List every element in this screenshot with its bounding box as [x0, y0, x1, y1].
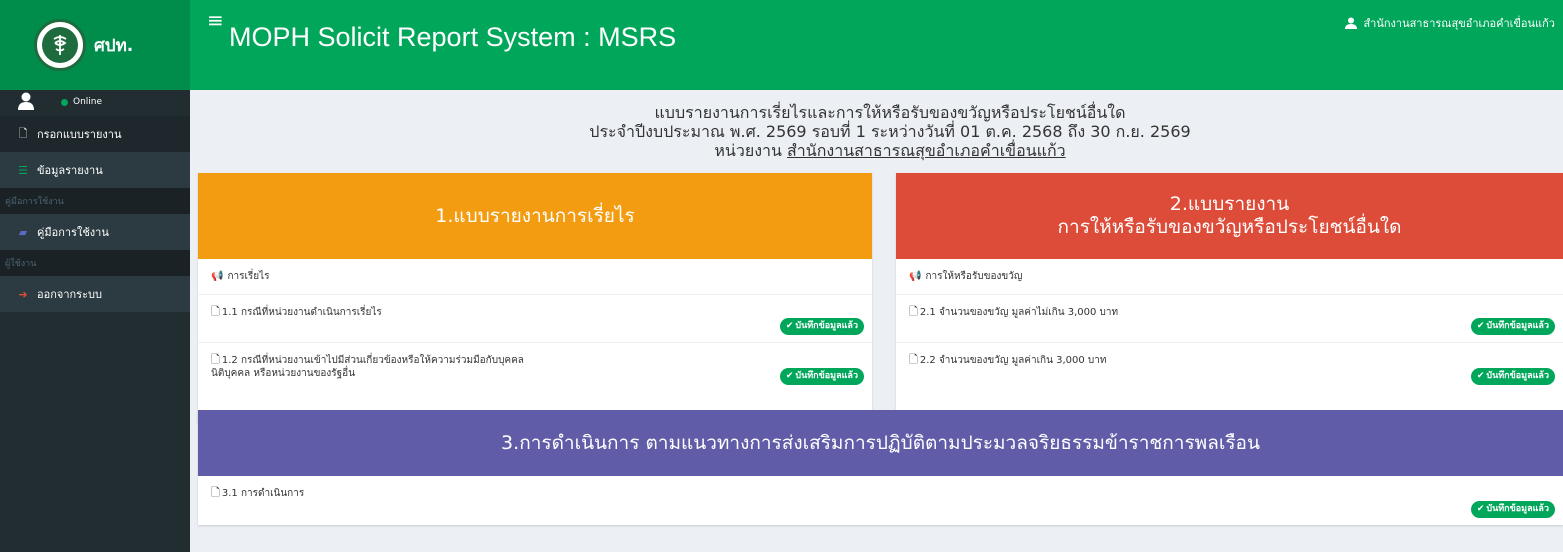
- status-badge: ✔ บันทึกข้อมูลแล้ว: [1470, 318, 1555, 335]
- user-avatar-icon: [18, 92, 34, 110]
- file-icon: 🗋: [211, 486, 220, 499]
- status-badge: ✔ บันทึกข้อมูลแล้ว: [1470, 368, 1555, 385]
- check-icon: ✔: [785, 371, 794, 381]
- list-item[interactable]: 🗋 2.1 จำนวนของขวัญ มูลค่าไม่เกิน 3,000 บา…: [896, 295, 1563, 343]
- card-gift-report: 2.แบบรายงาน การให้หรือรับของขวัญหรือประโ…: [896, 173, 1563, 423]
- sign-out-icon: ➜: [18, 287, 28, 301]
- card-ethics-report: 3.การดำเนินการ ตามแนวทางการส่งเสริมการปฏ…: [198, 410, 1563, 525]
- status-badge: ✔ บันทึกข้อมูลแล้ว: [779, 368, 864, 385]
- file-icon: 🗋: [909, 305, 918, 318]
- sidebar-item-label: ออกจากระบบ: [37, 288, 102, 301]
- book-icon: ▰: [18, 225, 28, 239]
- sidebar: Online 🗋 กรอกแบบรายงาน ☰ ข้อมูลรายงาน คู…: [0, 90, 190, 552]
- list-item[interactable]: 🗋 3.1 การดำเนินการ ✔ บันทึกข้อมูลแล้ว: [198, 476, 1563, 525]
- sidebar-item-label: คู่มือการใช้งาน: [37, 226, 109, 239]
- status-badge: ✔ บันทึกข้อมูลแล้ว: [779, 318, 864, 335]
- list-item[interactable]: 🗋 2.2 จำนวนของขวัญ มูลค่าเกิน 3,000 บาท ✔…: [896, 343, 1563, 393]
- online-status: Online: [61, 97, 102, 107]
- sidebar-toggle-icon[interactable]: ≡: [207, 8, 224, 32]
- user-menu[interactable]: สำนักงานสาธารณสุขอำเภอคำเขื่อนแก้ว: [1345, 14, 1555, 32]
- online-dot-icon: [61, 98, 68, 106]
- bullhorn-icon: 📢: [909, 271, 922, 282]
- list-icon: ☰: [18, 163, 28, 177]
- file-icon: 🗋: [18, 126, 28, 140]
- title-line-3: หน่วยงาน สำนักงานสาธารณสุขอำเภอคำเขื่อนแ…: [714, 141, 1066, 160]
- user-name: สำนักงานสาธารณสุขอำเภอคำเขื่อนแก้ว: [1363, 17, 1555, 30]
- check-icon: ✔: [1476, 321, 1485, 331]
- menu-header-user: ผู้ใช้งาน: [0, 250, 190, 276]
- check-icon: ✔: [1476, 504, 1485, 514]
- card-solicit-report: 1.แบบรายงานการเรี่ยไร 📢 การเรี่ยไร 🗋 1.1 …: [198, 173, 872, 423]
- menu-header-manual: คู่มือการใช้งาน: [0, 188, 190, 214]
- card-header[interactable]: 1.แบบรายงานการเรี่ยไร: [198, 173, 872, 259]
- title-line-2: ประจำปีงบประมาณ พ.ศ. 2569 รอบที่ 1 ระหว่…: [589, 122, 1191, 141]
- app-title: MOPH Solicit Report System : MSRS: [229, 22, 677, 52]
- top-navbar: ศปท. ≡ MOPH Solicit Report System : MSRS…: [0, 0, 1563, 90]
- caduceus-icon: [42, 27, 78, 63]
- list-item[interactable]: 🗋 1.1 กรณีที่หน่วยงานดำเนินการเรี่ยไร ✔ บั…: [198, 295, 872, 343]
- sidebar-item-logout[interactable]: ➜ ออกจากระบบ: [0, 276, 190, 312]
- logo-text: ศปท.: [94, 35, 134, 56]
- title-line-1: แบบรายงานการเรี่ยไรและการให้หรือรับของขว…: [654, 103, 1126, 122]
- user-panel: Online: [0, 90, 190, 116]
- sidebar-item-fill-report[interactable]: 🗋 กรอกแบบรายงาน: [0, 116, 190, 152]
- logo-area[interactable]: ศปท.: [0, 0, 190, 90]
- sidebar-item-report-data[interactable]: ☰ ข้อมูลรายงาน: [0, 152, 190, 188]
- bullhorn-icon: 📢: [211, 271, 224, 282]
- file-icon: 🗋: [211, 305, 220, 318]
- status-badge: ✔ บันทึกข้อมูลแล้ว: [1470, 501, 1555, 518]
- moph-logo: [34, 19, 86, 71]
- page-title: แบบรายงานการเรี่ยไรและการให้หรือรับของขว…: [400, 103, 1380, 160]
- card-subtitle: 📢 การเรี่ยไร: [198, 259, 872, 295]
- sidebar-item-manual[interactable]: ▰ คู่มือการใช้งาน: [0, 214, 190, 250]
- card-header[interactable]: 2.แบบรายงาน การให้หรือรับของขวัญหรือประโ…: [896, 173, 1563, 259]
- file-icon: 🗋: [909, 353, 918, 366]
- file-icon: 🗋: [211, 353, 220, 366]
- sidebar-item-label: ข้อมูลรายงาน: [37, 164, 103, 177]
- list-item[interactable]: 🗋 1.2 กรณีที่หน่วยงานเข้าไปมีส่วนเกี่ยวข้…: [198, 343, 872, 393]
- check-icon: ✔: [1476, 371, 1485, 381]
- user-icon: [1345, 17, 1358, 29]
- check-icon: ✔: [785, 321, 794, 331]
- card-header[interactable]: 3.การดำเนินการ ตามแนวทางการส่งเสริมการปฏ…: [198, 410, 1563, 476]
- card-subtitle: 📢 การให้หรือรับของขวัญ: [896, 259, 1563, 295]
- sidebar-item-label: กรอกแบบรายงาน: [37, 128, 122, 141]
- unit-name: สำนักงานสาธารณสุขอำเภอคำเขื่อนแก้ว: [787, 141, 1066, 160]
